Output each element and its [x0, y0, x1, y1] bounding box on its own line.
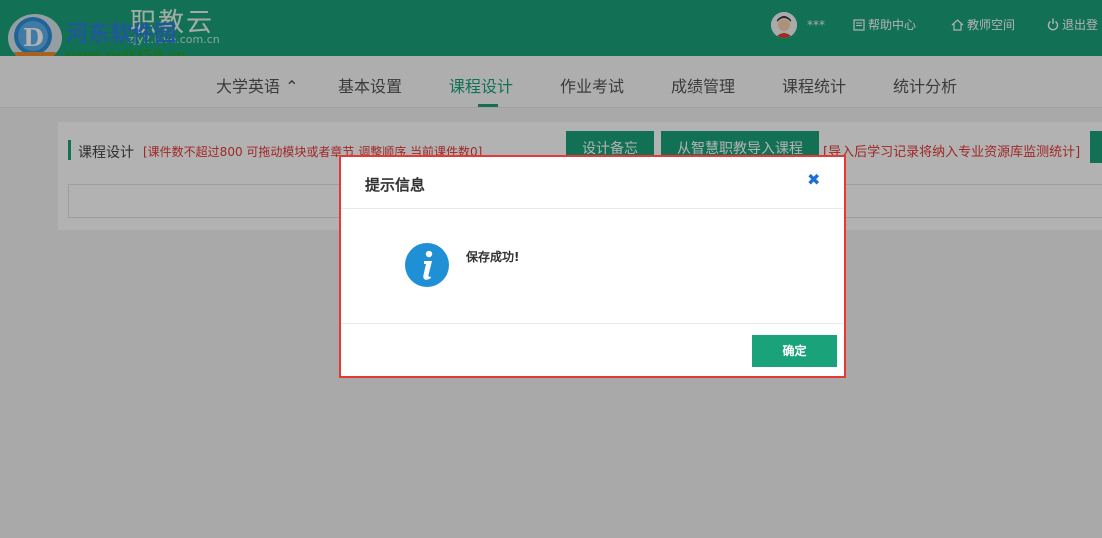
dialog-message: 保存成功!	[466, 250, 520, 264]
dialog-title: 提示信息	[365, 176, 426, 194]
dialog-divider	[341, 323, 844, 324]
info-dialog: 提示信息 ✖ 保存成功! 确定	[339, 155, 846, 378]
dialog-header: 提示信息 ✖	[341, 157, 844, 209]
confirm-button[interactable]: 确定	[752, 335, 837, 367]
info-icon	[405, 243, 449, 287]
close-icon[interactable]: ✖	[807, 170, 820, 189]
